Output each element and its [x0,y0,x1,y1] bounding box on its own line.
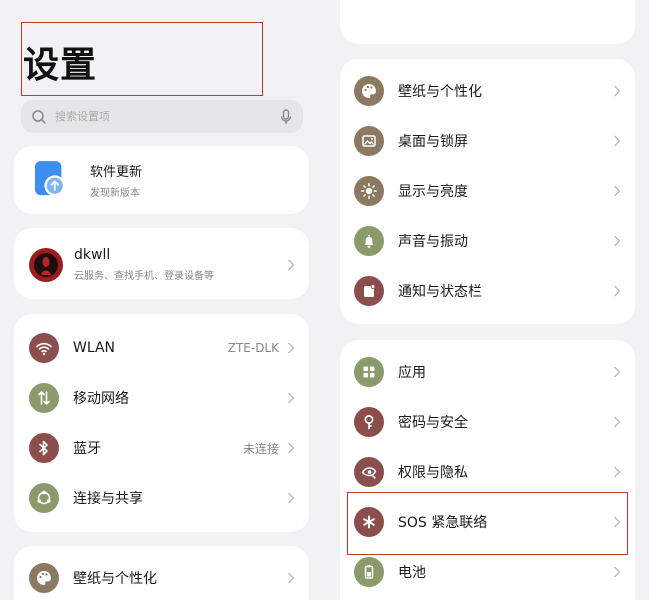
bluetooth-status: 未连接 [242,441,279,456]
wifi-icon [29,333,59,363]
settings-item-home-lock-screen[interactable]: 桌面与锁屏 [340,126,635,156]
settings-item-permissions-privacy[interactable]: 权限与隐私 [340,457,635,487]
avatar [29,247,63,282]
chevron-right-icon [614,466,621,478]
settings-item-label: 声音与振动 [398,234,468,250]
chevron-right-icon [288,342,295,354]
sos-asterisk-icon [354,507,384,537]
settings-item-apps[interactable]: 应用 [340,357,635,387]
chevron-right-icon [614,235,621,247]
chevron-right-icon [288,259,295,270]
page-title: 设置 [23,45,98,86]
settings-item-bluetooth[interactable]: 蓝牙 未连接 [14,433,309,463]
settings-item-battery[interactable]: 电池 [340,557,635,587]
key-icon [354,407,384,437]
chevron-right-icon [614,566,621,578]
settings-item-label: WLAN [73,340,116,356]
settings-item-sound-vibration[interactable]: 声音与振动 [340,226,635,256]
settings-item-label: 权限与隐私 [398,465,468,481]
palette-icon [29,563,59,593]
connection-sharing-icon [29,483,59,513]
chevron-right-icon [614,185,621,197]
settings-item-label: 桌面与锁屏 [398,134,468,150]
software-update-card[interactable]: 软件更新 发现新版本 [14,146,309,214]
settings-item-label: 通知与状态栏 [398,284,482,300]
settings-item-wallpaper[interactable]: 壁纸与个性化 [14,563,309,593]
palette-icon [354,76,384,106]
sun-icon [354,176,384,206]
settings-item-label: SOS 紧急联络 [398,515,488,531]
apps-security-card: 应用 密码与安全 权限与隐私 SOS 紧急联络 电池 [340,340,635,600]
wlan-connected-network: ZTE-DLK [227,341,279,355]
settings-item-wlan[interactable]: WLAN ZTE-DLK [14,333,309,363]
chevron-right-icon [288,442,295,454]
search-input[interactable] [55,110,279,123]
chevron-right-icon [288,492,295,504]
settings-item-wallpaper[interactable]: 壁纸与个性化 [340,76,635,106]
settings-item-label: 壁纸与个性化 [398,84,482,100]
settings-item-label: 连接与共享 [73,491,143,507]
settings-item-sos[interactable]: SOS 紧急联络 [340,507,635,537]
display-settings-card: 壁纸与个性化 桌面与锁屏 显示与亮度 声音与振动 通知与状态栏 [340,59,635,324]
chevron-right-icon [288,572,295,584]
chevron-right-icon [614,366,621,378]
settings-item-mobile-network[interactable]: 移动网络 [14,383,309,413]
account-subtitle: 云服务、查找手机、登录设备等 [74,271,214,282]
bluetooth-icon [29,433,59,463]
personalization-card: 壁纸与个性化 [14,546,309,600]
settings-item-label: 电池 [398,565,426,581]
search-icon [32,109,46,124]
search-bar[interactable] [21,100,303,133]
settings-item-label: 壁纸与个性化 [73,571,157,587]
chevron-right-icon [614,516,621,528]
software-update-subtitle: 发现新版本 [90,188,140,199]
mobile-data-icon [29,383,59,413]
settings-item-label: 蓝牙 [73,441,101,457]
settings-item-label: 应用 [398,365,426,381]
notification-icon [354,276,384,306]
apps-icon [354,357,384,387]
right-settings-panel: 设置 壁纸与个性化 桌面与锁屏 显示与亮度 [326,0,649,600]
settings-item-notifications-statusbar[interactable]: 通知与状态栏 [340,276,635,306]
settings-item-display-brightness[interactable]: 显示与亮度 [340,176,635,206]
settings-item-label: 移动网络 [73,391,129,407]
chevron-right-icon [614,285,621,297]
settings-item-label: 密码与安全 [398,415,468,431]
settings-item-label: 显示与亮度 [398,184,468,200]
chevron-right-icon [614,85,621,97]
left-settings-panel: 设置 软件更新 发现新版本 [0,0,326,600]
bell-icon [354,226,384,256]
software-update-icon [34,161,66,197]
privacy-eye-icon [354,457,384,487]
battery-icon [354,557,384,587]
software-update-title: 软件更新 [90,165,143,180]
chevron-right-icon [614,416,621,428]
microphone-icon[interactable] [279,108,293,125]
settings-item-connection-sharing[interactable]: 连接与共享 [14,483,309,513]
chevron-right-icon [614,135,621,147]
picture-icon [354,126,384,156]
account-name: dkwll [74,247,111,263]
partial-card-top [340,0,635,44]
account-card[interactable]: dkwll 云服务、查找手机、登录设备等 [14,228,309,299]
settings-item-password-security[interactable]: 密码与安全 [340,407,635,437]
network-card: WLAN ZTE-DLK 移动网络 蓝牙 未连接 连接与共享 [14,314,309,532]
chevron-right-icon [288,392,295,404]
